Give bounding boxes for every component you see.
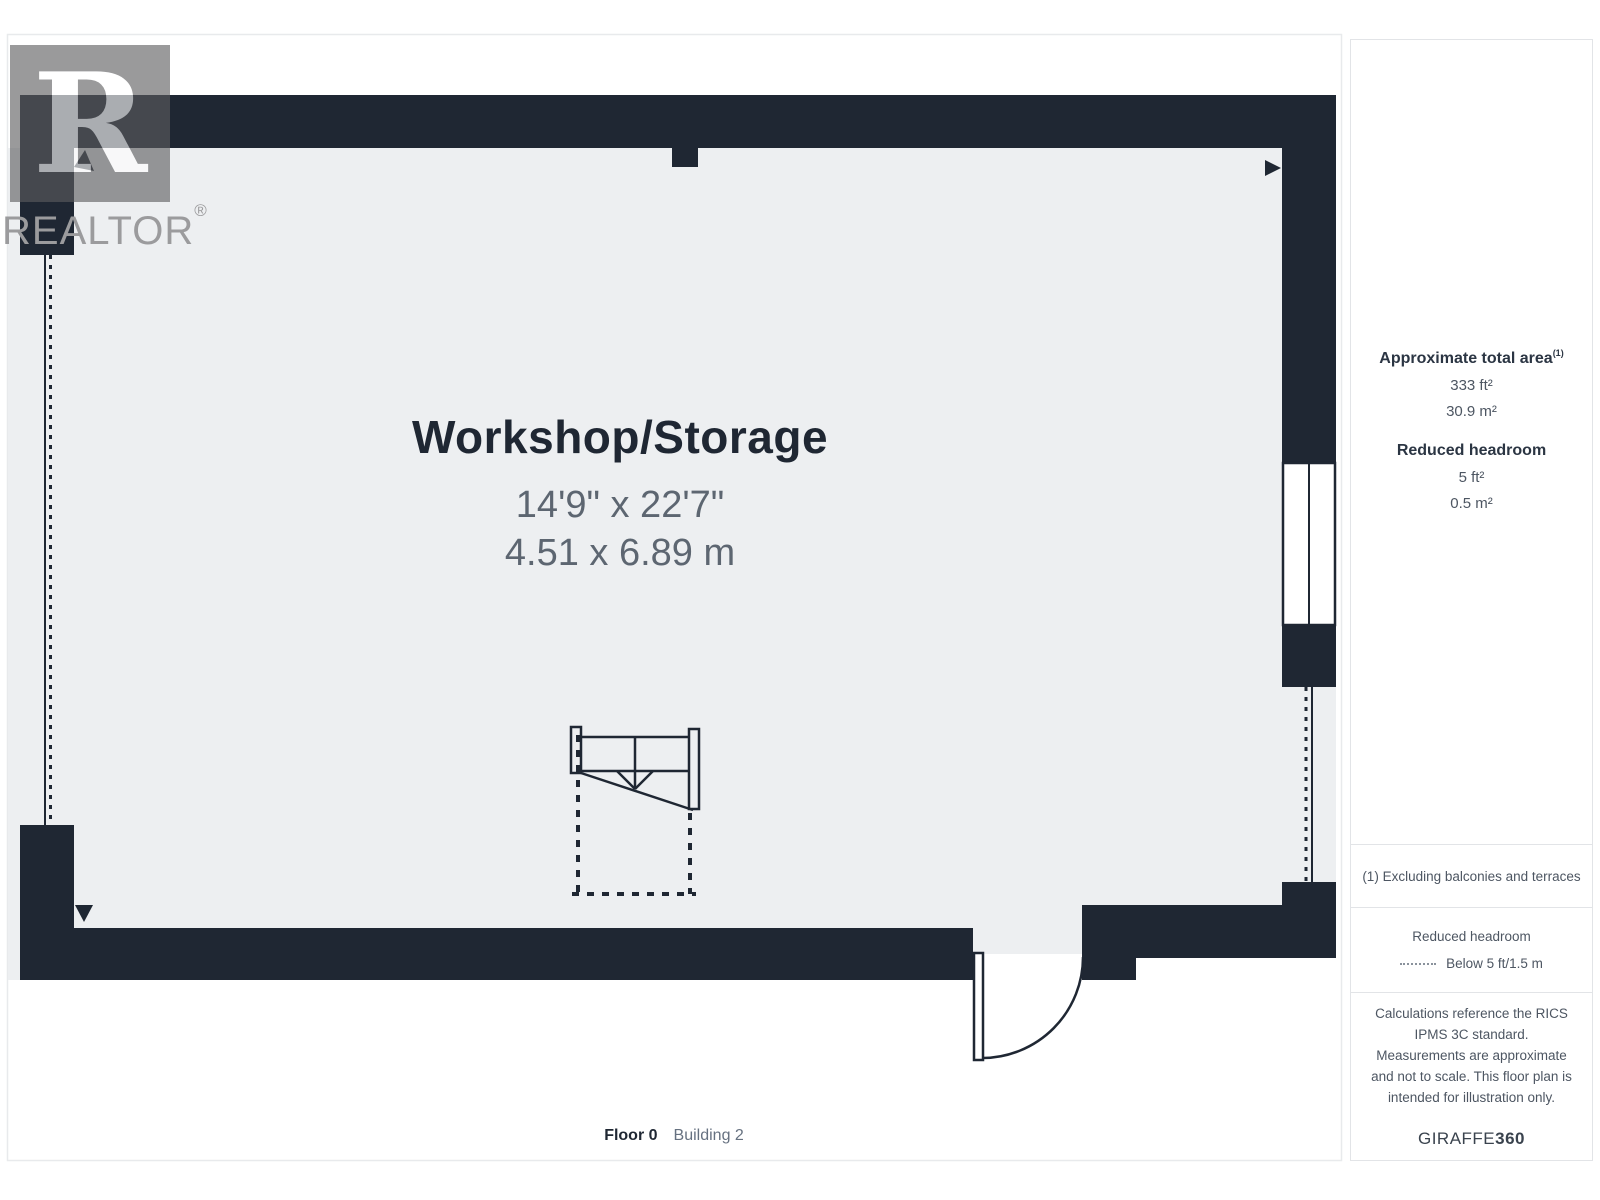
wall-bottom-left — [20, 928, 973, 980]
wall-top — [20, 95, 1336, 148]
reduced-headroom-title: Reduced headroom — [1397, 442, 1546, 460]
realtor-logo: R — [10, 45, 170, 202]
wall-top-tab — [672, 147, 698, 167]
wall-bottom-right-deep — [1082, 905, 1136, 980]
room-name: Workshop/Storage — [270, 410, 970, 464]
giraffe360-name: GIRAFFE — [1418, 1129, 1495, 1148]
legend-title: Reduced headroom — [1412, 929, 1531, 944]
disclaimer-section: Calculations reference the RICS IPMS 3C … — [1351, 992, 1592, 1160]
wall-right-mid — [1282, 625, 1336, 687]
door-swing-arc — [983, 957, 1083, 1058]
realtor-wordmark-text: REALTOR — [2, 209, 194, 253]
room-label: Workshop/Storage 14'9" x 22'7" 4.51 x 6.… — [270, 410, 970, 577]
total-area-title: Approximate total area(1) — [1379, 348, 1563, 368]
wall-right-lower — [1282, 882, 1336, 958]
window — [1283, 463, 1335, 625]
legend-row: Below 5 ft/1.5 m — [1400, 956, 1543, 971]
reduced-headroom-metric: 0.5 m² — [1450, 495, 1493, 512]
reduced-headroom-imperial: 5 ft² — [1459, 469, 1485, 486]
legend-label: Below 5 ft/1.5 m — [1446, 956, 1543, 971]
giraffe360-suffix: 360 — [1495, 1129, 1525, 1148]
disclaimer-text: Calculations reference the RICS IPMS 3C … — [1369, 1004, 1574, 1109]
building-label: Building 2 — [674, 1127, 744, 1144]
plan-caption: Floor 0 Building 2 — [7, 1127, 1341, 1145]
realtor-wordmark: REALTOR® — [2, 201, 208, 254]
footnote-text: (1) Excluding balconies and terraces — [1362, 869, 1580, 884]
room-dimensions-metric: 4.51 x 6.89 m — [270, 530, 970, 578]
room-dimensions-imperial: 14'9" x 22'7" — [270, 482, 970, 530]
dotted-line-icon — [1400, 963, 1436, 965]
total-area-footnote-ref: (1) — [1553, 348, 1564, 358]
total-area-imperial: 333 ft² — [1450, 377, 1493, 394]
giraffe360-brand: GIRAFFE360 — [1418, 1129, 1525, 1149]
door-leaf — [974, 953, 983, 1060]
info-sidebar: Approximate total area(1) 333 ft² 30.9 m… — [1350, 39, 1593, 1161]
area-summary-section: Approximate total area(1) 333 ft² 30.9 m… — [1351, 40, 1592, 844]
legend-section: Reduced headroom Below 5 ft/1.5 m — [1351, 907, 1592, 992]
footnote-section: (1) Excluding balconies and terraces — [1351, 844, 1592, 907]
wall-right-upper — [1282, 95, 1336, 463]
floor-plan-page: R REALTOR® Workshop/Storage 14'9" x 22'7… — [0, 0, 1600, 1200]
registered-mark: ® — [194, 201, 208, 220]
realtor-logo-letter: R — [10, 45, 170, 202]
total-area-metric: 30.9 m² — [1446, 403, 1497, 420]
door — [974, 953, 1083, 1060]
total-area-title-text: Approximate total area — [1379, 350, 1552, 367]
floor-label: Floor 0 — [604, 1127, 657, 1144]
